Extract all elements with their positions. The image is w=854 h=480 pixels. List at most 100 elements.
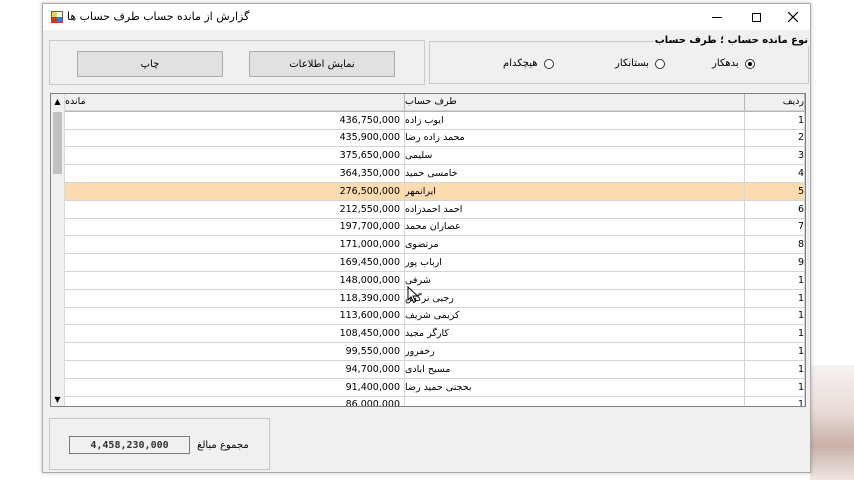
- radio-debtor[interactable]: بدهکار: [712, 58, 755, 69]
- radio-none[interactable]: هیچکدام: [503, 58, 554, 69]
- index-cell[interactable]: 17: [745, 396, 805, 406]
- amount-cell[interactable]: 169,450,000: [65, 254, 405, 272]
- amount-cell[interactable]: 375,650,000: [65, 147, 405, 166]
- radio-debtor-label: بدهکار: [712, 58, 739, 69]
- amount-cell[interactable]: 99,550,000: [65, 343, 405, 361]
- show-data-button[interactable]: نمایش اطلاعات: [249, 51, 395, 77]
- summary-panel: مجموع مبالغ 4,458,230,000: [49, 418, 270, 470]
- index-cell[interactable]: 12: [745, 307, 805, 326]
- table-row[interactable]: 94,700,000مسیح ابادی15: [65, 360, 805, 379]
- total-amount-field: 4,458,230,000: [69, 436, 190, 454]
- amount-cell[interactable]: 436,750,000: [65, 111, 405, 130]
- party-cell[interactable]: ارباب پور: [405, 254, 745, 272]
- amount-cell[interactable]: 197,700,000: [65, 218, 405, 237]
- column-header-party[interactable]: طرف حساب: [405, 94, 745, 111]
- amount-cell[interactable]: 364,350,000: [65, 165, 405, 183]
- index-cell[interactable]: 6: [745, 200, 805, 219]
- party-cell[interactable]: کریمی شریف: [405, 307, 745, 326]
- column-header-index[interactable]: ردیف: [745, 94, 805, 111]
- party-cell[interactable]: کارگر مجید: [405, 325, 745, 344]
- party-cell[interactable]: احمد احمدزاده: [405, 200, 745, 219]
- table-row[interactable]: 86,000,000 17: [65, 396, 805, 406]
- index-cell[interactable]: 2: [745, 129, 805, 148]
- minimize-icon: [712, 16, 722, 18]
- report-window: گزارش از مانده حساب طرف حساب ها چاپ نمای…: [42, 3, 811, 473]
- table-row[interactable]: 212,550,000 احمد احمدزاده 6: [65, 200, 805, 219]
- index-cell[interactable]: 11: [745, 289, 805, 308]
- scroll-down-arrow-icon[interactable]: ▼: [51, 392, 64, 406]
- party-cell[interactable]: رخفرور: [405, 343, 745, 361]
- index-cell[interactable]: 16: [745, 378, 805, 397]
- index-cell[interactable]: 14: [745, 343, 805, 361]
- amount-cell[interactable]: 113,600,000: [65, 307, 405, 326]
- index-cell[interactable]: 13: [745, 325, 805, 344]
- scroll-up-arrow-icon[interactable]: ▲: [51, 94, 64, 108]
- close-icon: [788, 12, 798, 22]
- party-cell[interactable]: شرفی: [405, 271, 745, 290]
- amount-cell[interactable]: 276,500,000: [65, 182, 405, 201]
- party-cell[interactable]: عصاران محمد: [405, 218, 745, 237]
- scroll-thumb[interactable]: [53, 112, 62, 174]
- table-row[interactable]: 91,400,000بحجتی حمید رضا16: [65, 378, 805, 397]
- print-button[interactable]: چاپ: [77, 51, 223, 77]
- maximize-button[interactable]: [737, 4, 775, 30]
- radio-circle[interactable]: [654, 58, 665, 69]
- amount-cell[interactable]: 435,900,000: [65, 129, 405, 148]
- table-row[interactable]: 99,550,000رخفرور14: [65, 343, 805, 361]
- party-cell[interactable]: محمد زاده رضا: [405, 129, 745, 148]
- index-cell[interactable]: 1: [745, 111, 805, 130]
- amount-cell[interactable]: 94,700,000: [65, 360, 405, 379]
- table-row[interactable]: 436,750,000 ایوب زاده 1: [65, 111, 805, 130]
- table-row[interactable]: 364,350,000 خامسی حمید 4: [65, 165, 805, 183]
- index-cell[interactable]: 5: [745, 182, 805, 201]
- index-cell[interactable]: 8: [745, 236, 805, 255]
- index-cell[interactable]: 15: [745, 360, 805, 379]
- table-row[interactable]: 108,450,000کارگر مجید13: [65, 325, 805, 344]
- party-cell[interactable]: سلیمی: [405, 147, 745, 166]
- party-cell[interactable]: خامسی حمید: [405, 165, 745, 183]
- column-header-amount[interactable]: مانده: [65, 94, 405, 111]
- index-cell[interactable]: 4: [745, 165, 805, 183]
- table-row[interactable]: 171,000,000 مرتضوی 8: [65, 236, 805, 255]
- radio-circle-checked[interactable]: [744, 58, 755, 69]
- table-row[interactable]: 118,390,000رجبی نرگس11: [65, 289, 805, 308]
- table-row[interactable]: 169,450,000 ارباب پور 9: [65, 254, 805, 272]
- amount-cell[interactable]: 108,450,000: [65, 325, 405, 344]
- party-cell[interactable]: مرتضوی: [405, 236, 745, 255]
- balance-type-legend: نوع مانده حساب ؛ طرف حساب: [652, 35, 810, 46]
- amount-cell[interactable]: 212,550,000: [65, 200, 405, 219]
- amount-cell[interactable]: 86,000,000: [65, 396, 405, 406]
- party-cell[interactable]: مسیح ابادی: [405, 360, 745, 379]
- radio-none-label: هیچکدام: [503, 58, 538, 69]
- report-app-icon: [51, 11, 63, 23]
- minimize-button[interactable]: [698, 4, 736, 30]
- party-cell[interactable]: ایرانمهر: [405, 182, 745, 201]
- balance-grid[interactable]: ▲ ▼ مانده طرف حساب ردیف 436,750,000 ایوب …: [50, 93, 806, 407]
- maximize-icon: [751, 12, 761, 22]
- radio-creditor[interactable]: بستانکار: [615, 58, 665, 69]
- index-cell[interactable]: 7: [745, 218, 805, 237]
- table-row[interactable]: 375,650,000 سلیمی 3: [65, 147, 805, 166]
- table-row[interactable]: 113,600,000کریمی شریف12: [65, 307, 805, 326]
- balance-type-group: نوع مانده حساب ؛ طرف حساب بدهکار بستانکا…: [429, 35, 810, 84]
- radio-circle[interactable]: [543, 58, 554, 69]
- amount-cell[interactable]: 118,390,000: [65, 289, 405, 308]
- party-cell[interactable]: بحجتی حمید رضا: [405, 378, 745, 397]
- amount-cell[interactable]: 148,000,000: [65, 271, 405, 290]
- table-row[interactable]: 148,000,000شرفی10: [65, 271, 805, 290]
- total-label: مجموع مبالغ: [197, 440, 249, 451]
- party-cell[interactable]: ایوب زاده: [405, 111, 745, 130]
- table-row[interactable]: 435,900,000 محمد زاده رضا 2: [65, 129, 805, 148]
- mouse-pointer-icon: [407, 286, 419, 304]
- close-button[interactable]: [774, 4, 812, 30]
- amount-cell[interactable]: 91,400,000: [65, 378, 405, 397]
- vertical-scrollbar[interactable]: ▲ ▼: [51, 94, 65, 406]
- index-cell[interactable]: 10: [745, 271, 805, 290]
- index-cell[interactable]: 3: [745, 147, 805, 166]
- table-row[interactable]: 276,500,000 ایرانمهر 5: [65, 182, 805, 201]
- amount-cell[interactable]: 171,000,000: [65, 236, 405, 255]
- party-cell[interactable]: [405, 396, 745, 406]
- party-cell[interactable]: رجبی نرگس: [405, 289, 745, 308]
- index-cell[interactable]: 9: [745, 254, 805, 272]
- table-row[interactable]: 197,700,000 عصاران محمد 7: [65, 218, 805, 237]
